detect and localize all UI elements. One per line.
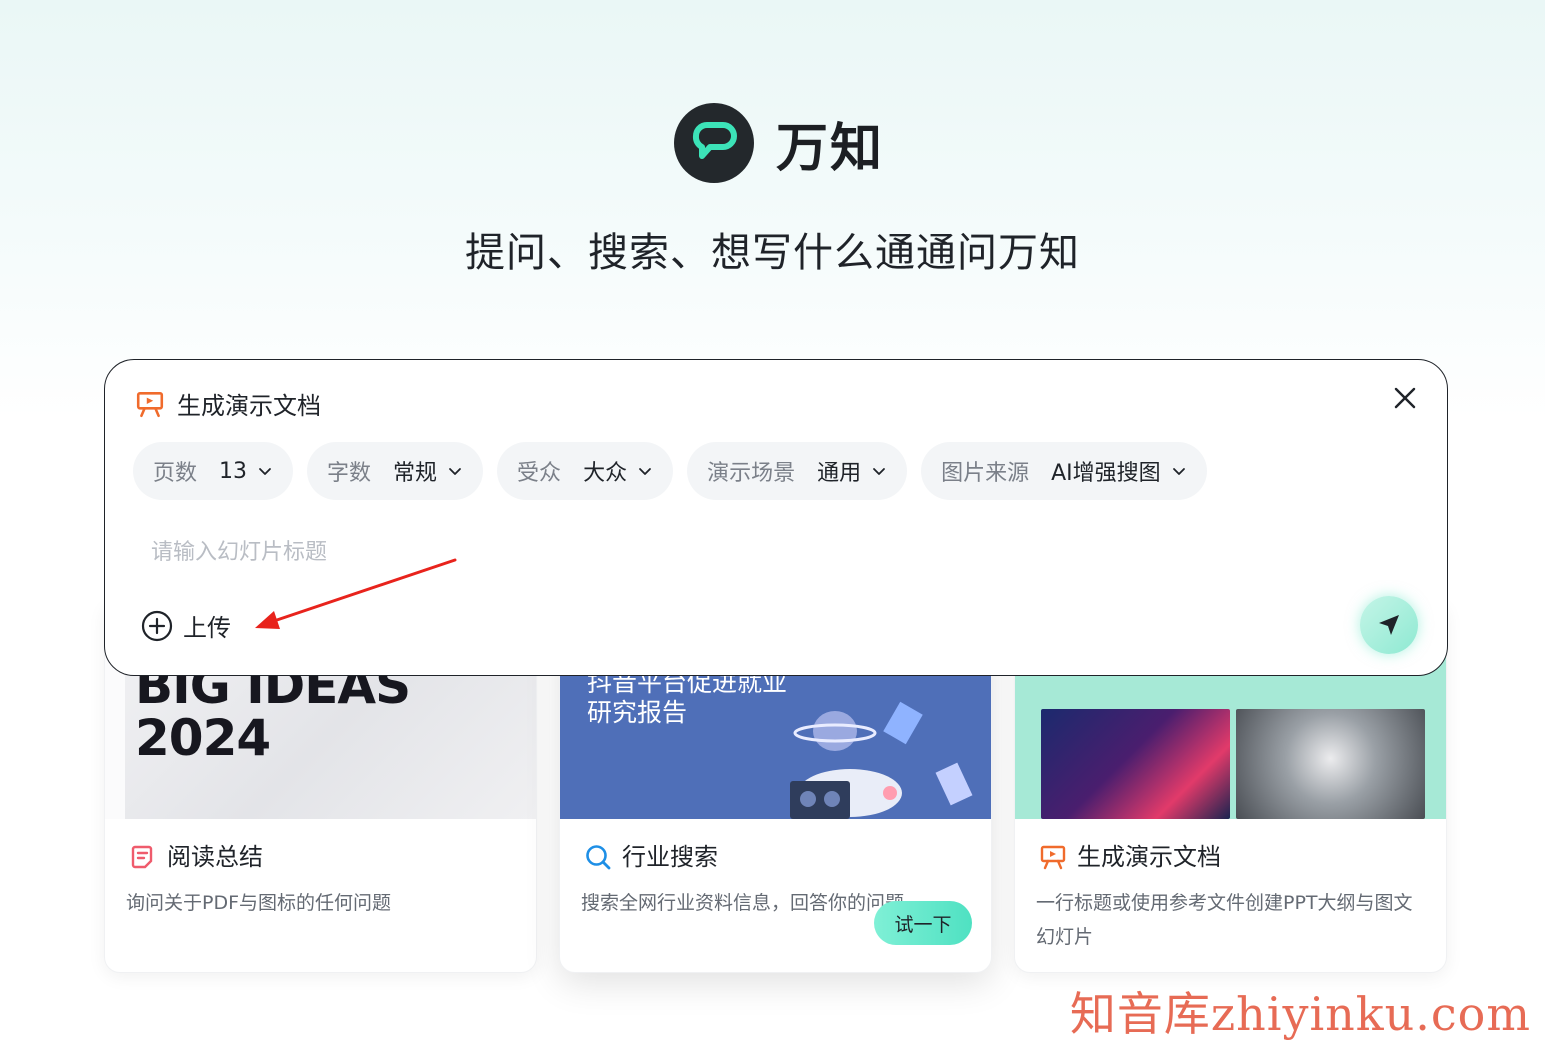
presentation-icon [1040, 845, 1066, 870]
audience-select[interactable]: 受众 大众 [497, 442, 674, 500]
plus-circle-icon [141, 610, 173, 641]
chevron-down-icon [639, 468, 651, 475]
search-icon [586, 845, 611, 870]
card-title: 行业搜索 [622, 843, 718, 871]
space-illustration-icon [790, 701, 973, 819]
card-image-text-line2: 2024 [135, 709, 271, 767]
chevron-down-icon [449, 468, 461, 475]
try-button[interactable]: 试一下 [874, 901, 972, 945]
card-description: 一行标题或使用参考文件创建PPT大纲与图文幻灯片 [1036, 892, 1413, 948]
upload-label: 上传 [183, 614, 231, 642]
watermark: 知音库zhiyinku.com [1069, 987, 1531, 1041]
headset-photo [1236, 709, 1425, 819]
chip-value: 常规 [393, 461, 438, 486]
chevron-down-icon [1172, 468, 1185, 475]
chip-label: 字数 [327, 461, 372, 486]
close-icon[interactable] [1391, 384, 1419, 412]
page-count-select[interactable]: 页数 13 [133, 442, 294, 500]
chip-label: 演示场景 [707, 461, 796, 486]
card-image-text-line2: 研究报告 [587, 698, 688, 727]
brand: 万知 [674, 103, 884, 183]
gaming-photo [1041, 709, 1230, 819]
image-source-select[interactable]: 图片来源 AI增强搜图 [921, 442, 1207, 500]
card-title: 生成演示文档 [1077, 843, 1221, 871]
brand-name: 万知 [776, 118, 885, 179]
chip-label: 图片来源 [941, 461, 1030, 486]
scenario-select[interactable]: 演示场景 通用 [687, 442, 908, 500]
tagline: 提问、搜索、想写什么通通问万知 [465, 230, 1080, 276]
panel-title: 生成演示文档 [177, 392, 321, 420]
chevron-down-icon [873, 468, 886, 475]
chip-value: 大众 [583, 461, 628, 486]
chip-label: 页数 [153, 461, 198, 486]
chevron-down-icon [259, 468, 271, 475]
annotation-arrow-icon [255, 558, 457, 629]
read-summary-icon [131, 845, 153, 869]
option-chips: 页数 13 字数 常规 受众 大众 演示场景 通用 图片来源 AI增强搜图 [133, 442, 1221, 500]
card-description: 询问关于PDF与图标的任何问题 [126, 892, 392, 914]
wanzhi-logo-icon [674, 103, 754, 183]
send-button[interactable] [1360, 596, 1418, 654]
upload-button[interactable]: 上传 [141, 608, 231, 643]
chip-value: AI增强搜图 [1051, 461, 1161, 486]
panel-header: 生成演示文档 [135, 386, 321, 421]
chip-label: 受众 [517, 461, 562, 486]
send-icon [1379, 615, 1399, 635]
word-count-select[interactable]: 字数 常规 [307, 442, 484, 500]
card-title: 阅读总结 [167, 843, 263, 871]
chip-value: 通用 [817, 461, 862, 486]
chip-value: 13 [219, 458, 248, 484]
presentation-icon [136, 391, 164, 417]
